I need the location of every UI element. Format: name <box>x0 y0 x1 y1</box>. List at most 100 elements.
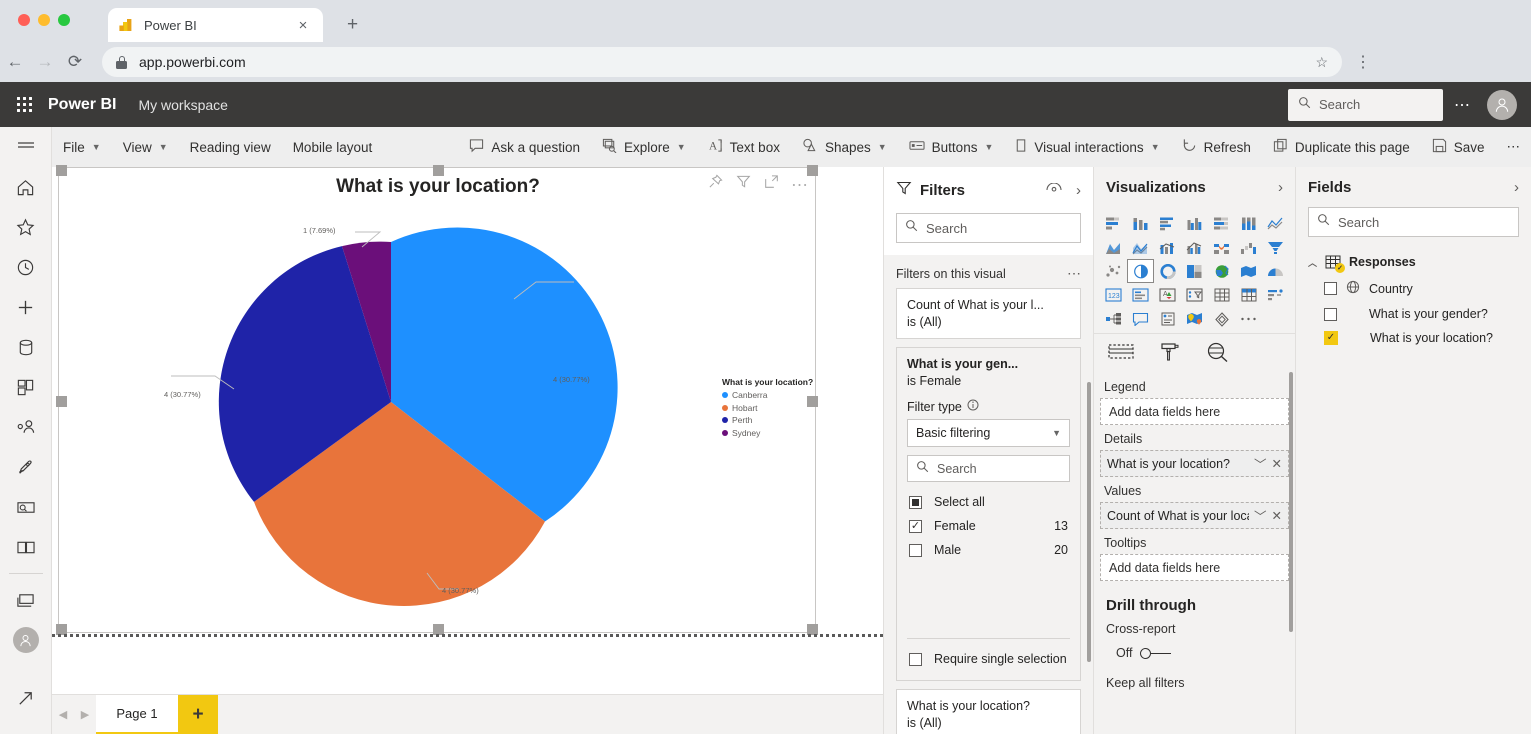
checkbox-icon[interactable] <box>1324 308 1337 321</box>
pin-icon[interactable] <box>708 174 723 194</box>
legend-item[interactable]: Sydney <box>722 428 813 438</box>
checkbox-icon[interactable] <box>1324 282 1337 295</box>
close-icon[interactable]: × <box>293 17 313 34</box>
add-page-button[interactable]: + <box>178 695 218 734</box>
legend-item[interactable]: Perth <box>722 415 813 425</box>
field-row-location[interactable]: What is your location? <box>1296 326 1531 350</box>
favorites-icon[interactable] <box>0 207 52 247</box>
expand-icon[interactable] <box>0 678 52 718</box>
filters-pane-scrollbar[interactable] <box>1087 382 1091 662</box>
key-influencers-icon[interactable] <box>1262 283 1289 307</box>
checkbox-icon[interactable] <box>909 544 922 557</box>
resize-handle-right[interactable] <box>807 396 818 407</box>
powerbi-brand[interactable]: Power BI <box>48 96 116 114</box>
qna-icon[interactable] <box>1127 307 1154 331</box>
collapse-visualizations-icon[interactable]: › <box>1278 179 1283 196</box>
global-search-input[interactable]: Search <box>1288 89 1443 121</box>
resize-handle-left[interactable] <box>56 396 67 407</box>
app-launcher-icon[interactable] <box>0 97 48 112</box>
area-chart-icon[interactable] <box>1100 235 1127 259</box>
filled-map-icon[interactable] <box>1235 259 1262 283</box>
workspace-name[interactable]: My workspace <box>138 97 227 113</box>
matrix-icon[interactable] <box>1235 283 1262 307</box>
donut-chart-icon[interactable] <box>1154 259 1181 283</box>
filter-card-count-of-location[interactable]: Count of What is your l... is (All) <box>896 288 1081 339</box>
table-icon[interactable] <box>1208 283 1235 307</box>
apps-icon[interactable] <box>0 367 52 407</box>
hide-icon[interactable] <box>1046 181 1062 199</box>
checkbox-partial-icon[interactable] <box>909 496 922 509</box>
learn-icon[interactable] <box>0 527 52 567</box>
cross-report-toggle-row[interactable]: Off <box>1094 642 1295 660</box>
report-canvas[interactable]: What is your location? 4 (30.77%) 4 (30.… <box>52 167 883 694</box>
ribbon-save[interactable]: Save <box>1421 127 1496 167</box>
pie-chart-visual[interactable]: What is your location? 4 (30.77%) 4 (30.… <box>58 167 816 633</box>
url-input[interactable]: app.powerbi.com ☆ <box>102 47 1342 77</box>
chevron-down-icon[interactable]: ﹀ <box>1254 454 1267 473</box>
treemap-icon[interactable] <box>1181 259 1208 283</box>
checkbox-icon[interactable] <box>909 653 922 666</box>
browser-menu-icon[interactable]: ⋮ <box>1350 52 1376 72</box>
kpi-icon[interactable]: A <box>1154 283 1181 307</box>
pie-chart-svg[interactable] <box>59 224 817 624</box>
power-apps-icon[interactable] <box>1208 307 1235 331</box>
paginated-report-icon[interactable] <box>1154 307 1181 331</box>
ribbon-duplicate-page[interactable]: Duplicate this page <box>1262 127 1421 167</box>
ribbon-shapes[interactable]: Shapes▼ <box>791 127 898 167</box>
info-icon[interactable] <box>967 399 979 414</box>
bookmark-star-icon[interactable]: ☆ <box>1315 54 1328 71</box>
my-workspace-icon[interactable] <box>0 620 52 660</box>
ribbon-explore[interactable]: Explore▼ <box>591 127 697 167</box>
home-icon[interactable] <box>0 167 52 207</box>
metrics-icon[interactable] <box>0 487 52 527</box>
datasets-icon[interactable] <box>0 327 52 367</box>
visualizations-pane-scrollbar[interactable] <box>1289 372 1293 632</box>
toggle-switch[interactable] <box>1140 648 1172 659</box>
filter-option-female[interactable]: Female 13 <box>907 514 1070 538</box>
browser-tab[interactable]: Power BI × <box>108 8 323 42</box>
decomposition-tree-icon[interactable] <box>1100 307 1127 331</box>
filter-icon[interactable] <box>736 174 751 194</box>
stacked-column-chart-icon[interactable] <box>1127 211 1154 235</box>
more-options-icon[interactable] <box>792 175 807 193</box>
filter-option-select-all[interactable]: Select all <box>907 490 1070 514</box>
stacked-area-chart-icon[interactable] <box>1127 235 1154 259</box>
top-bar-more-icon[interactable]: ⋯ <box>1443 95 1481 115</box>
require-single-selection-row[interactable]: Require single selection <box>907 647 1070 671</box>
field-row-country[interactable]: Country <box>1296 275 1531 302</box>
ribbon-text-box[interactable]: A Text box <box>697 127 791 167</box>
filter-card-gender[interactable]: What is your gen... is Female Filter typ… <box>896 347 1081 681</box>
line-chart-icon[interactable] <box>1262 211 1289 235</box>
deploy-icon[interactable] <box>0 447 52 487</box>
filter-card-location[interactable]: What is your location? is (All) <box>896 689 1081 734</box>
pie-chart-icon[interactable] <box>1127 259 1154 283</box>
remove-field-icon[interactable]: ✕ <box>1272 456 1282 471</box>
new-tab-button[interactable]: + <box>347 14 358 36</box>
slicer-icon[interactable] <box>1181 283 1208 307</box>
clustered-column-chart-icon[interactable] <box>1181 211 1208 235</box>
well-values-field[interactable]: Count of What is your locatio ﹀ ✕ <box>1100 502 1289 529</box>
window-traffic-lights[interactable] <box>18 14 70 26</box>
page-next-icon[interactable]: ▶ <box>74 708 96 721</box>
ribbon-view[interactable]: View▼ <box>112 127 179 167</box>
100-stacked-bar-icon[interactable] <box>1208 211 1235 235</box>
filters-section-more-icon[interactable]: ⋯ <box>1067 265 1081 282</box>
ribbon-visual-interactions[interactable]: Visual interactions▼ <box>1004 127 1170 167</box>
avatar[interactable] <box>1487 90 1517 120</box>
fields-search-input[interactable]: Search <box>1308 207 1519 237</box>
card-icon[interactable]: 123 <box>1100 283 1127 307</box>
stacked-bar-chart-icon[interactable] <box>1100 211 1127 235</box>
maximize-window-button[interactable] <box>58 14 70 26</box>
format-tab-icon[interactable] <box>1160 342 1180 367</box>
resize-handle-top[interactable] <box>433 165 444 176</box>
page-tab-page-1[interactable]: Page 1 <box>96 695 178 734</box>
ribbon-reading-view[interactable]: Reading view <box>179 127 282 167</box>
100-stacked-column-icon[interactable] <box>1235 211 1262 235</box>
legend-item[interactable]: Canberra <box>722 390 813 400</box>
ribbon-refresh[interactable]: Refresh <box>1171 127 1262 167</box>
focus-mode-icon[interactable] <box>764 174 779 194</box>
fields-tab-icon[interactable] <box>1108 343 1134 366</box>
waterfall-chart-icon[interactable] <box>1235 235 1262 259</box>
scatter-chart-icon[interactable] <box>1100 259 1127 283</box>
line-clustered-column-icon[interactable] <box>1181 235 1208 259</box>
